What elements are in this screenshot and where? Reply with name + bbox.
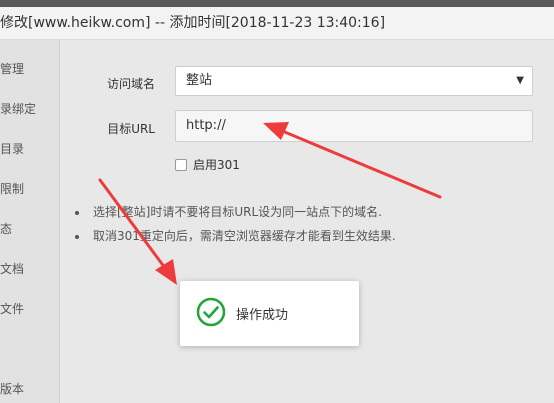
sidebar-item-file[interactable]: 文件 — [0, 300, 24, 317]
sidebar-item-binding[interactable]: 录绑定 — [0, 100, 36, 117]
sidebar-item-version[interactable]: 版本 — [0, 380, 24, 397]
note-text: 选择[整站]时请不要将目标URL设为同一站点下的域名. — [93, 205, 382, 219]
sidebar: 管理 录绑定 目录 限制 态 文档 文件 版本 — [0, 40, 60, 403]
toast-message: 操作成功 — [236, 308, 289, 323]
sidebar-item-limit[interactable]: 限制 — [0, 180, 24, 197]
enable-301-checkbox[interactable] — [175, 158, 187, 171]
check-circle-icon — [196, 297, 226, 331]
dialog-title: 修改[www.heikw.com] -- 添加时间[2018-11-23 13:… — [0, 7, 554, 40]
top-strip — [0, 0, 554, 7]
domain-select-value: 整站 — [186, 73, 213, 88]
dialog-title-text: 修改[www.heikw.com] -- 添加时间[2018-11-23 13:… — [0, 15, 386, 31]
bullet-icon — [75, 210, 79, 215]
url-label: 目标URL — [107, 122, 155, 136]
target-url-value: http:// — [186, 118, 226, 133]
target-url-input[interactable]: http:// — [175, 110, 533, 142]
main-form: 访问域名 整站 ▼ 目标URL http:// 启用301 选择[整站]时请不要… — [61, 40, 554, 403]
list-item: 取消301重定向后，需清空浏览器缓存才能看到生效结果. — [75, 226, 545, 250]
chevron-down-icon: ▼ — [516, 75, 524, 86]
domain-label: 访问域名 — [106, 77, 155, 91]
bullet-icon — [75, 234, 79, 239]
sidebar-item-manage[interactable]: 管理 — [0, 60, 24, 77]
enable-301-row[interactable]: 启用301 — [175, 156, 240, 173]
success-toast: 操作成功 — [180, 281, 359, 346]
sidebar-item-state[interactable]: 态 — [0, 220, 12, 237]
sidebar-item-document[interactable]: 文档 — [0, 260, 24, 277]
list-item: 选择[整站]时请不要将目标URL设为同一站点下的域名. — [75, 202, 545, 226]
note-text: 取消301重定向后，需清空浏览器缓存才能看到生效结果. — [93, 229, 396, 243]
domain-select[interactable]: 整站 ▼ — [175, 66, 533, 96]
notes-list: 选择[整站]时请不要将目标URL设为同一站点下的域名. 取消301重定向后，需清… — [75, 202, 545, 250]
enable-301-label: 启用301 — [193, 158, 240, 172]
sidebar-item-directory[interactable]: 目录 — [0, 140, 24, 157]
